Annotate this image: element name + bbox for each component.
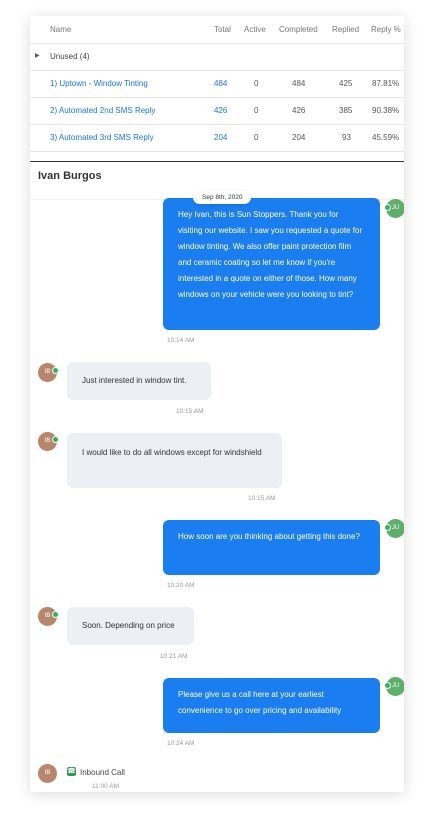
phone-icon: ☎ — [67, 767, 76, 776]
table-header: Name Total Active Completed Replied Repl… — [30, 16, 404, 44]
active-value: 0 — [254, 79, 259, 88]
replied-value: 93 — [342, 133, 351, 142]
table-row[interactable]: 2) Automated 2nd SMS Reply 426 0 426 385… — [30, 97, 404, 125]
replied-value: 385 — [339, 106, 353, 115]
online-status-icon — [52, 611, 59, 618]
incoming-message: I would like to do all windows except fo… — [67, 433, 282, 488]
online-status-icon — [384, 204, 391, 211]
outgoing-message: Hey Ivan, this is Sun Stoppers. Thank yo… — [163, 198, 380, 330]
message-time: 10:15 AM — [176, 408, 204, 415]
completed-value: 426 — [292, 106, 306, 115]
total-link[interactable]: 426 — [214, 97, 227, 124]
outgoing-message: Please give us a call here at your earli… — [163, 678, 380, 733]
reply-pct-value: 45.59% — [372, 133, 400, 142]
online-status-icon — [384, 524, 391, 531]
col-reply-pct-header[interactable]: Reply % — [371, 16, 401, 43]
total-link[interactable]: 204 — [214, 124, 227, 151]
table-divider — [30, 161, 404, 162]
conversation-panel: Name Total Active Completed Replied Repl… — [30, 16, 404, 792]
message-time: 10:15 AM — [248, 495, 276, 502]
col-total-header[interactable]: Total — [214, 16, 231, 43]
contact-name: Ivan Burgos — [38, 170, 102, 182]
message-time: 10:21 AM — [160, 653, 188, 660]
message-time: 10:20 AM — [167, 582, 195, 589]
campaign-name-link[interactable]: 1) Uptown - Window Tinting — [50, 70, 148, 97]
completed-value: 484 — [292, 79, 306, 88]
message-time: 10:24 AM — [167, 740, 195, 747]
reply-pct-value: 87.81% — [372, 79, 400, 88]
col-name-header[interactable]: Name — [50, 16, 71, 43]
active-value: 0 — [254, 133, 259, 142]
completed-value: 204 — [292, 133, 306, 142]
outgoing-message: How soon are you thinking about getting … — [163, 520, 380, 575]
table-row[interactable]: 3) Automated 3rd SMS Reply 204 0 204 93 … — [30, 124, 404, 152]
message-time: 10:14 AM — [167, 337, 195, 344]
online-status-icon — [52, 436, 59, 443]
col-replied-header[interactable]: Replied — [332, 16, 359, 43]
expand-arrow-icon[interactable]: ▶ — [35, 43, 40, 70]
call-time: 11:00 AM — [92, 783, 119, 790]
active-value: 0 — [254, 106, 259, 115]
group-label: Unused (4) — [50, 52, 90, 61]
table-row[interactable]: 1) Uptown - Window Tinting 484 0 484 425… — [30, 70, 404, 98]
contact-avatar: IB — [38, 764, 57, 783]
col-completed-header[interactable]: Completed — [279, 16, 318, 43]
reply-pct-value: 90.38% — [372, 106, 400, 115]
total-link[interactable]: 484 — [214, 70, 227, 97]
date-separator: Sep 8th, 2020 — [193, 191, 252, 204]
incoming-message: Soon. Depending on price — [67, 607, 194, 645]
incoming-message: Just interested in window tint. — [67, 362, 211, 400]
inbound-call-label[interactable]: Inbound Call — [80, 768, 125, 777]
replied-value: 425 — [339, 79, 353, 88]
online-status-icon — [384, 682, 391, 689]
campaign-name-link[interactable]: 2) Automated 2nd SMS Reply — [50, 97, 155, 124]
campaign-name-link[interactable]: 3) Automated 3rd SMS Reply — [50, 124, 154, 151]
col-active-header[interactable]: Active — [244, 16, 266, 43]
online-status-icon — [52, 367, 59, 374]
group-row-unused[interactable]: ▶ Unused (4) — [30, 43, 404, 71]
